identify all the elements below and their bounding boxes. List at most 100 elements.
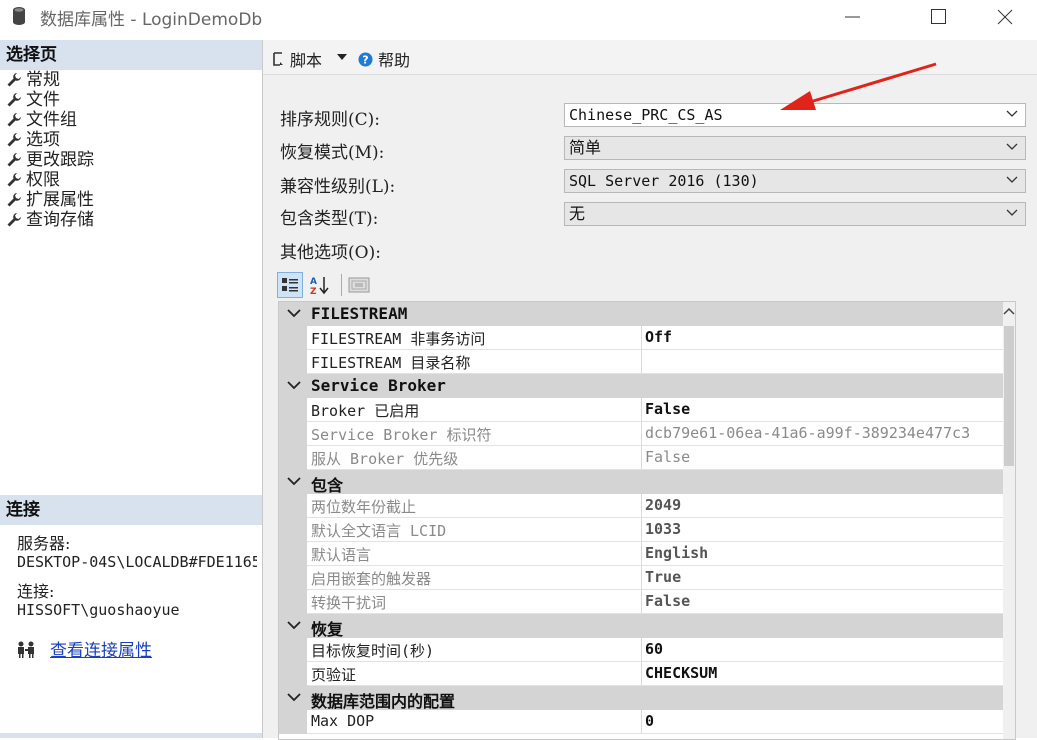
page-item-label: 选项 — [26, 130, 60, 150]
row-gutter — [279, 542, 307, 566]
compat-level-value: SQL Server 2016 (130) — [569, 172, 759, 190]
view-connection-link[interactable]: 查看连接属性 — [50, 636, 152, 661]
property-name: 启用嵌套的触发器 — [311, 570, 432, 588]
chevron-collapse-icon[interactable] — [287, 620, 301, 630]
recovery-model-value: 简单 — [569, 138, 602, 157]
grid-property-row[interactable]: 服从 Broker 优先级 False — [279, 446, 1003, 470]
window-title: 数据库属性 - LoginDemoDb — [40, 10, 263, 30]
property-value[interactable]: Off — [645, 328, 672, 346]
toolbar-separator — [341, 274, 342, 296]
column-separator — [641, 710, 642, 734]
maximize-button[interactable] — [916, 0, 962, 34]
column-separator — [641, 518, 642, 542]
page-item[interactable]: 文件 — [6, 90, 94, 110]
row-gutter — [279, 710, 307, 734]
connection-header: 连接 — [0, 495, 262, 525]
containment-select[interactable]: 无 — [564, 202, 1026, 226]
grid-property-row[interactable]: 转换干扰词 False — [279, 590, 1003, 614]
page-item[interactable]: 更改跟踪 — [6, 150, 94, 170]
column-separator — [641, 350, 642, 374]
categorized-button[interactable] — [277, 272, 303, 298]
grid-category[interactable]: FILESTREAM — [279, 302, 1003, 326]
row-divider — [307, 733, 1003, 734]
property-value[interactable]: 0 — [645, 712, 654, 730]
wrench-icon — [7, 73, 21, 87]
grid-property-row[interactable]: Service Broker 标识符 dcb79e61-06ea-41a6-a99… — [279, 422, 1003, 446]
grid-property-row[interactable]: 默认全文语言 LCID 1033 — [279, 518, 1003, 542]
grid-category[interactable]: 数据库范围内的配置 — [279, 686, 1003, 711]
page-item[interactable]: 选项 — [6, 130, 94, 150]
connection-value: HISSOFT\guoshaoyue — [17, 601, 180, 619]
grid-property-row[interactable]: FILESTREAM 非事务访问 Off — [279, 326, 1003, 350]
chevron-collapse-icon[interactable] — [287, 692, 301, 702]
chevron-up-icon[interactable] — [1003, 306, 1015, 316]
property-value[interactable]: False — [645, 400, 690, 418]
page-item-label: 文件 — [26, 90, 60, 110]
grid-category[interactable]: Service Broker — [279, 374, 1003, 398]
grid-property-row[interactable]: Broker 已启用 False — [279, 398, 1003, 422]
caret-down-icon — [337, 54, 347, 60]
minimize-button[interactable] — [830, 0, 876, 34]
page-list: 常规 文件 文件组 选项 更改跟踪 权限 扩展属性 查询存储 — [6, 70, 94, 230]
page-item[interactable]: 常规 — [6, 70, 94, 90]
compat-level-select[interactable]: SQL Server 2016 (130) — [564, 169, 1026, 193]
help-button[interactable]: ? 帮助 — [358, 47, 410, 71]
containment-label: 包含类型(T): — [280, 209, 379, 229]
grid-property-row[interactable]: 目标恢复时间(秒) 60 — [279, 638, 1003, 662]
grid-property-row[interactable]: Max DOP 0 — [279, 710, 1003, 734]
column-separator — [641, 662, 642, 686]
grid-category-label: 数据库范围内的配置 — [311, 692, 456, 711]
page-item-label: 权限 — [26, 170, 60, 190]
scrollbar-thumb[interactable] — [1004, 326, 1014, 466]
compat-level-label: 兼容性级别(L): — [280, 177, 396, 197]
svg-text:?: ? — [362, 53, 368, 66]
grid-category[interactable]: 包含 — [279, 470, 1003, 495]
grid-category-label: 包含 — [311, 476, 344, 495]
property-value[interactable]: CHECKSUM — [645, 664, 717, 682]
close-button[interactable] — [982, 0, 1028, 34]
grid-property-row[interactable]: 两位数年份截止 2049 — [279, 494, 1003, 518]
view-connection-properties[interactable]: 查看连接属性 — [16, 636, 152, 661]
page-item-label: 更改跟踪 — [26, 150, 94, 170]
property-grid: FILESTREAM FILESTREAM 非事务访问 Off FILESTREAM … — [278, 301, 1016, 740]
property-value: dcb79e61-06ea-41a6-a99f-389234e477c3 — [645, 424, 971, 442]
row-gutter — [279, 326, 307, 350]
property-name: 转换干扰词 — [311, 594, 387, 612]
property-value[interactable]: 60 — [645, 640, 663, 658]
chevron-down-icon — [1006, 209, 1018, 216]
page-item[interactable]: 扩展属性 — [6, 190, 94, 210]
page-item[interactable]: 文件组 — [6, 110, 94, 130]
grid-property-row[interactable]: 页验证 CHECKSUM — [279, 662, 1003, 686]
property-value: 2049 — [645, 496, 682, 514]
chevron-collapse-icon[interactable] — [287, 476, 301, 486]
vertical-scrollbar[interactable] — [1003, 302, 1015, 739]
grid-property-row[interactable]: 默认语言 English — [279, 542, 1003, 566]
property-name: FILESTREAM 非事务访问 — [311, 330, 486, 348]
svg-text:Z: Z — [310, 287, 317, 295]
grid-category-label: Service Broker — [311, 376, 446, 395]
alphabetical-button[interactable]: A Z — [307, 272, 333, 298]
grid-category-label: FILESTREAM — [311, 304, 408, 323]
page-item[interactable]: 权限 — [6, 170, 94, 190]
options-panel: 排序规则(C): Chinese_PRC_CS_AS 恢复模式(M): 简单 兼… — [263, 75, 1037, 740]
svg-text:A: A — [310, 277, 317, 287]
chevron-collapse-icon[interactable] — [287, 380, 301, 390]
recovery-model-select[interactable]: 简单 — [564, 136, 1026, 160]
grid-property-row[interactable]: FILESTREAM 目录名称 — [279, 350, 1003, 374]
row-gutter — [279, 422, 307, 446]
column-separator — [641, 590, 642, 614]
chevron-collapse-icon[interactable] — [287, 308, 301, 318]
grid-property-row[interactable]: 启用嵌套的触发器 True — [279, 566, 1003, 590]
grid-category[interactable]: 恢复 — [279, 614, 1003, 639]
property-name: 目标恢复时间(秒) — [311, 642, 435, 660]
page-item[interactable]: 查询存储 — [6, 210, 94, 230]
script-button[interactable]: 脚本 — [271, 47, 322, 71]
script-label: 脚本 — [290, 51, 323, 70]
column-separator — [641, 542, 642, 566]
property-pages-button[interactable] — [346, 272, 372, 298]
script-dropdown-arrow[interactable] — [337, 54, 347, 61]
left-pane: 选择页 常规 文件 文件组 选项 更改跟踪 权限 扩展属性 查询存储 连接 服务器: DESK… — [0, 40, 262, 738]
column-separator — [641, 422, 642, 446]
row-gutter — [279, 494, 307, 518]
users-icon — [18, 641, 34, 658]
